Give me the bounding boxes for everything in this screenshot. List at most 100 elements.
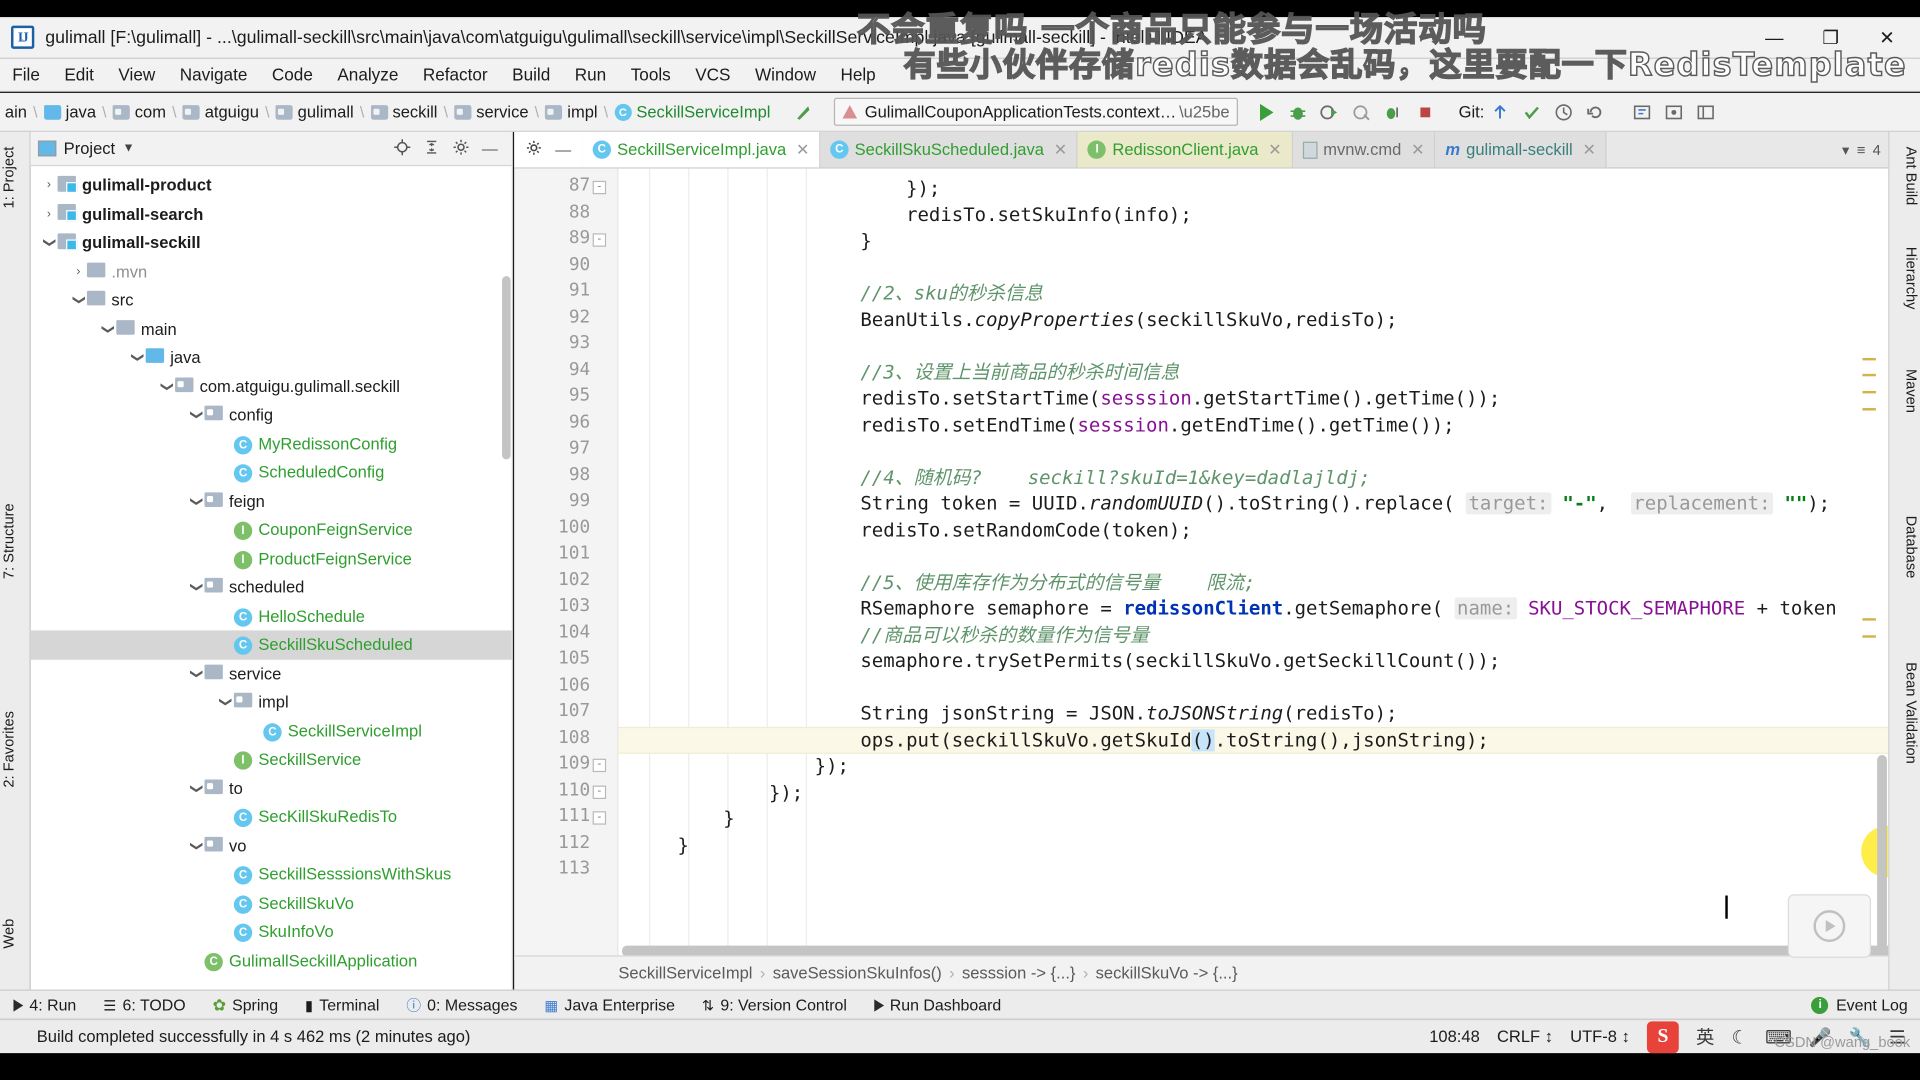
collapse-all-icon[interactable] bbox=[416, 137, 445, 159]
tree-node-gulimall-search[interactable]: ›gulimall-search bbox=[31, 200, 512, 229]
tree-node-to[interactable]: ❯to bbox=[31, 774, 512, 803]
chevron-down-icon[interactable]: ❯ bbox=[189, 665, 202, 682]
menu-item-vcs[interactable]: VCS bbox=[683, 61, 743, 88]
code-line-92[interactable]: BeanUtils.copyProperties(seckillSkuVo,re… bbox=[632, 307, 1398, 333]
editor-tab-redissonclient-java[interactable]: IRedissonClient.java✕ bbox=[1078, 132, 1293, 167]
attach-debugger-icon[interactable] bbox=[1378, 96, 1410, 128]
tool-stripe-structure[interactable]: 7: Structure bbox=[0, 498, 31, 584]
tree-node-helloschedule[interactable]: CHelloSchedule bbox=[31, 602, 512, 631]
ime-language-indicator[interactable]: 英 bbox=[1696, 1024, 1714, 1050]
menu-item-view[interactable]: View bbox=[106, 61, 167, 88]
make-project-icon[interactable] bbox=[788, 96, 820, 128]
run-configuration-selector[interactable]: GulimallCouponApplicationTests.contextLo… bbox=[834, 98, 1238, 126]
file-encoding[interactable]: UTF-8 ↕ bbox=[1570, 1027, 1630, 1045]
editor-error-stripe[interactable] bbox=[1861, 169, 1876, 961]
sogou-ime-icon[interactable]: S bbox=[1647, 1021, 1679, 1053]
close-icon[interactable]: ✕ bbox=[1411, 140, 1424, 160]
layout-icon[interactable] bbox=[1690, 96, 1722, 128]
menu-item-help[interactable]: Help bbox=[828, 61, 888, 88]
tree-node--mvn[interactable]: ›.mvn bbox=[31, 257, 512, 286]
tool-stripe-database[interactable]: Database bbox=[1888, 511, 1920, 584]
chevron-down-icon[interactable]: ❯ bbox=[189, 493, 202, 510]
tool-window-terminal[interactable]: ▮Terminal bbox=[292, 996, 393, 1014]
tree-node-skuinfovo[interactable]: CSkuInfoVo bbox=[31, 918, 512, 947]
editor-vertical-scrollbar[interactable] bbox=[1877, 755, 1887, 960]
moon-icon[interactable]: ☾ bbox=[1732, 1026, 1748, 1048]
tree-node-vo[interactable]: ❯vo bbox=[31, 831, 512, 860]
git-update-icon[interactable] bbox=[1484, 96, 1516, 128]
split-icon[interactable]: ≡ bbox=[1857, 141, 1866, 158]
chevron-right-icon[interactable]: › bbox=[40, 207, 57, 220]
chevron-down-icon[interactable]: ❯ bbox=[42, 234, 55, 251]
tree-node-service[interactable]: ❯service bbox=[31, 659, 512, 688]
git-commit-icon[interactable] bbox=[1516, 96, 1548, 128]
editor-tab-gulimall-seckill[interactable]: mgulimall-seckill✕ bbox=[1436, 132, 1607, 167]
chevron-down-icon[interactable]: ❯ bbox=[160, 378, 173, 395]
caret-position[interactable]: 108:48 bbox=[1429, 1027, 1480, 1045]
menu-item-tools[interactable]: Tools bbox=[618, 61, 683, 88]
code-line-96[interactable]: redisTo.setEndTime(sesssion.getEndTime()… bbox=[632, 412, 1455, 438]
code-editor[interactable]: 8788899091929394959697989910010110210310… bbox=[514, 169, 1888, 961]
tree-node-scheduledconfig[interactable]: CScheduledConfig bbox=[31, 458, 512, 487]
code-line-105[interactable]: semaphore.trySetPermits(seckillSkuVo.get… bbox=[632, 649, 1500, 675]
settings-icon[interactable] bbox=[519, 139, 548, 160]
tool-window-run-dashboard[interactable]: Run Dashboard bbox=[860, 996, 1014, 1014]
tree-node-productfeignservice[interactable]: IProductFeignService bbox=[31, 544, 512, 573]
line-separator[interactable]: CRLF ↕ bbox=[1497, 1027, 1553, 1045]
tree-node-gulimall-product[interactable]: ›gulimall-product bbox=[31, 171, 512, 200]
settings-icon[interactable] bbox=[446, 137, 475, 159]
tool-window-0--messages[interactable]: ⓘ0: Messages bbox=[393, 994, 531, 1015]
chevron-down-icon[interactable]: ❯ bbox=[189, 780, 202, 797]
chevron-down-icon[interactable]: \u25be bbox=[1179, 103, 1230, 121]
menu-item-analyze[interactable]: Analyze bbox=[325, 61, 410, 88]
chevron-down-icon[interactable]: ❯ bbox=[72, 292, 85, 309]
project-tree-scrollbar[interactable] bbox=[502, 276, 511, 459]
debug-icon[interactable] bbox=[1282, 96, 1314, 128]
editor-breadcrumb-item[interactable]: saveSessionSkuInfos() bbox=[773, 964, 942, 982]
menu-item-build[interactable]: Build bbox=[500, 61, 563, 88]
breadcrumb-item-atguigu[interactable]: atguigu bbox=[183, 103, 259, 121]
code-fold-icon[interactable]: - bbox=[593, 759, 606, 772]
tree-node-seckillskuscheduled[interactable]: CSeckillSkuScheduled bbox=[31, 630, 512, 659]
tree-node-config[interactable]: ❯config bbox=[31, 401, 512, 430]
git-revert-icon[interactable] bbox=[1580, 96, 1612, 128]
hide-editor-icon[interactable]: — bbox=[549, 140, 578, 158]
menu-item-edit[interactable]: Edit bbox=[52, 61, 106, 88]
code-line-110[interactable]: }); bbox=[632, 780, 803, 806]
run-with-coverage-icon[interactable] bbox=[1314, 96, 1346, 128]
git-history-icon[interactable] bbox=[1548, 96, 1580, 128]
breadcrumb-item-seckill[interactable]: seckill bbox=[370, 103, 437, 121]
tool-stripe-web[interactable]: Web bbox=[0, 914, 31, 954]
code-line-100[interactable]: redisTo.setRandomCode(token); bbox=[632, 517, 1192, 543]
close-icon[interactable]: ✕ bbox=[1583, 140, 1596, 160]
editor-breadcrumb[interactable]: SeckillServiceImpl›saveSessionSkuInfos()… bbox=[514, 955, 1888, 989]
chevron-right-icon[interactable]: › bbox=[40, 179, 57, 192]
code-fold-icon[interactable]: - bbox=[593, 181, 606, 194]
menu-item-refactor[interactable]: Refactor bbox=[411, 61, 500, 88]
chevron-down-icon[interactable]: ▼ bbox=[122, 142, 134, 155]
code-line-102[interactable]: //5、使用库存作为分布式的信号量 限流; bbox=[632, 570, 1256, 596]
tool-window-spring[interactable]: ✿Spring bbox=[199, 995, 291, 1015]
tree-node-seckillskuvo[interactable]: CSeckillSkuVo bbox=[31, 889, 512, 918]
chevron-down-icon[interactable]: ▾ bbox=[1842, 141, 1849, 158]
code-line-99[interactable]: String token = UUID.randomUUID().toStrin… bbox=[632, 491, 1830, 517]
menu-item-window[interactable]: Window bbox=[743, 61, 828, 88]
search-everywhere-icon[interactable] bbox=[1626, 96, 1658, 128]
locate-icon[interactable] bbox=[387, 137, 416, 159]
chevron-down-icon[interactable]: ❯ bbox=[189, 407, 202, 424]
tree-node-impl[interactable]: ❯impl bbox=[31, 688, 512, 717]
code-line-103[interactable]: RSemaphore semaphore = redissonClient.ge… bbox=[632, 596, 1837, 622]
breadcrumb-item-seckillserviceimpl[interactable]: CSeckillServiceImpl bbox=[614, 103, 770, 121]
tool-stripe-beanvalidation[interactable]: Bean Validation bbox=[1888, 657, 1920, 768]
stop-icon[interactable] bbox=[1410, 96, 1442, 128]
code-line-108[interactable]: ops.put(seckillSkuVo.getSkuId().toString… bbox=[632, 728, 1489, 754]
chevron-down-icon[interactable]: ❯ bbox=[189, 579, 202, 596]
tree-node-couponfeignservice[interactable]: ICouponFeignService bbox=[31, 516, 512, 545]
chevron-down-icon[interactable]: ❯ bbox=[101, 320, 114, 337]
profiler-icon[interactable] bbox=[1346, 96, 1378, 128]
breadcrumb-item-ain[interactable]: ain bbox=[5, 103, 27, 121]
tree-node-seckillservice[interactable]: ISeckillService bbox=[31, 745, 512, 774]
code-line-88[interactable]: redisTo.setSkuInfo(info); bbox=[632, 202, 1192, 228]
tree-node-gulimall-seckill[interactable]: ❯gulimall-seckill bbox=[31, 228, 512, 257]
tool-window-java-enterprise[interactable]: ▦Java Enterprise bbox=[531, 996, 689, 1014]
